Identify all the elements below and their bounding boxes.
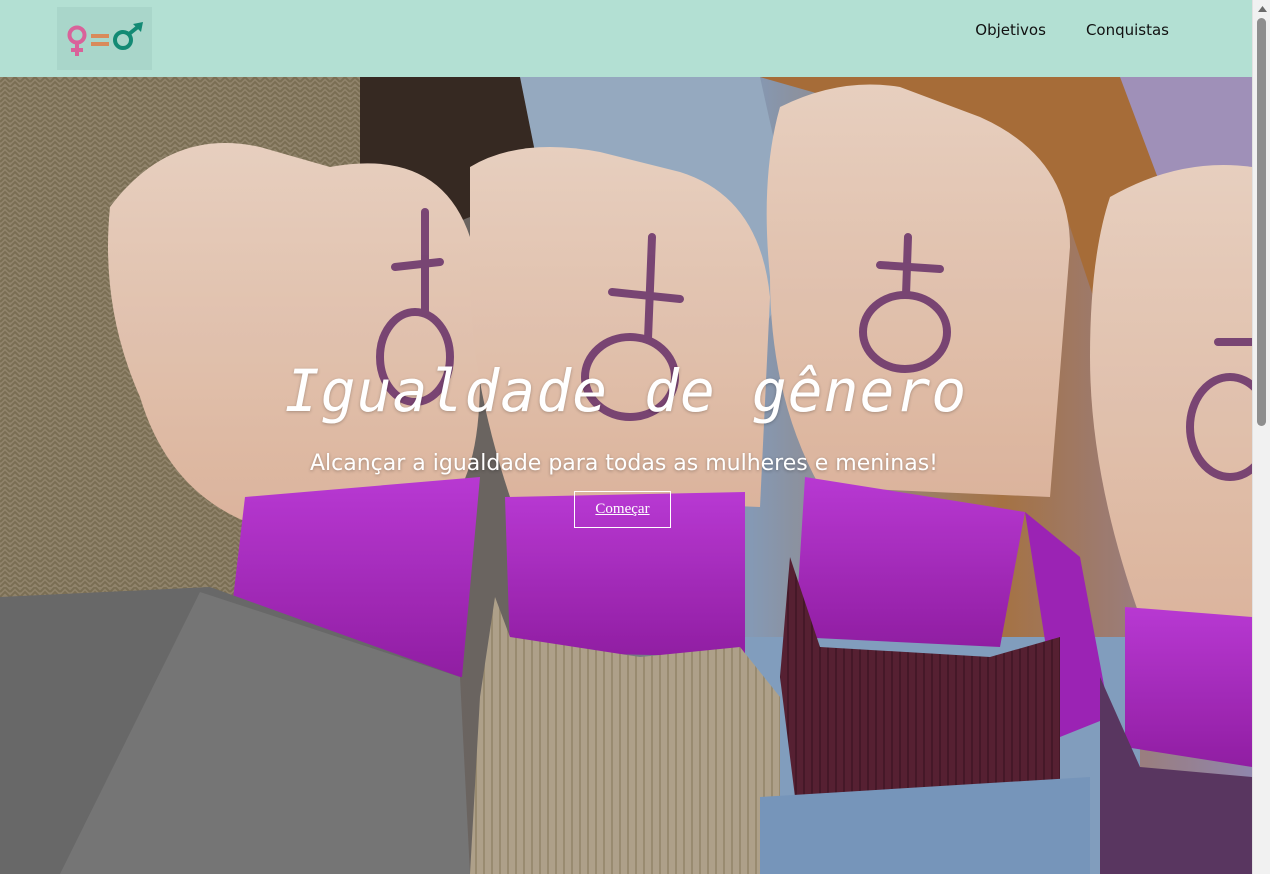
scroll-up-arrow-icon[interactable] (1253, 0, 1270, 17)
vertical-scrollbar[interactable] (1252, 0, 1270, 874)
page: Objetivos Conquistas Igualdade de gênero… (0, 0, 1252, 874)
hero-section: Igualdade de gênero Alcançar a igualdade… (0, 77, 1252, 874)
nav-link-conquistas[interactable]: Conquistas (1086, 21, 1169, 39)
site-header: Objetivos Conquistas (0, 0, 1252, 77)
start-button[interactable]: Começar (574, 491, 671, 528)
scrollbar-thumb[interactable] (1257, 18, 1266, 426)
main-nav: Objetivos Conquistas (975, 0, 1169, 60)
nav-link-objetivos[interactable]: Objetivos (975, 21, 1046, 39)
hero-title: Igualdade de gênero (284, 357, 968, 425)
gender-equality-logo-icon (57, 7, 152, 70)
site-logo[interactable] (57, 7, 152, 70)
hero-subtitle: Alcançar a igualdade para todas as mulhe… (310, 451, 938, 476)
